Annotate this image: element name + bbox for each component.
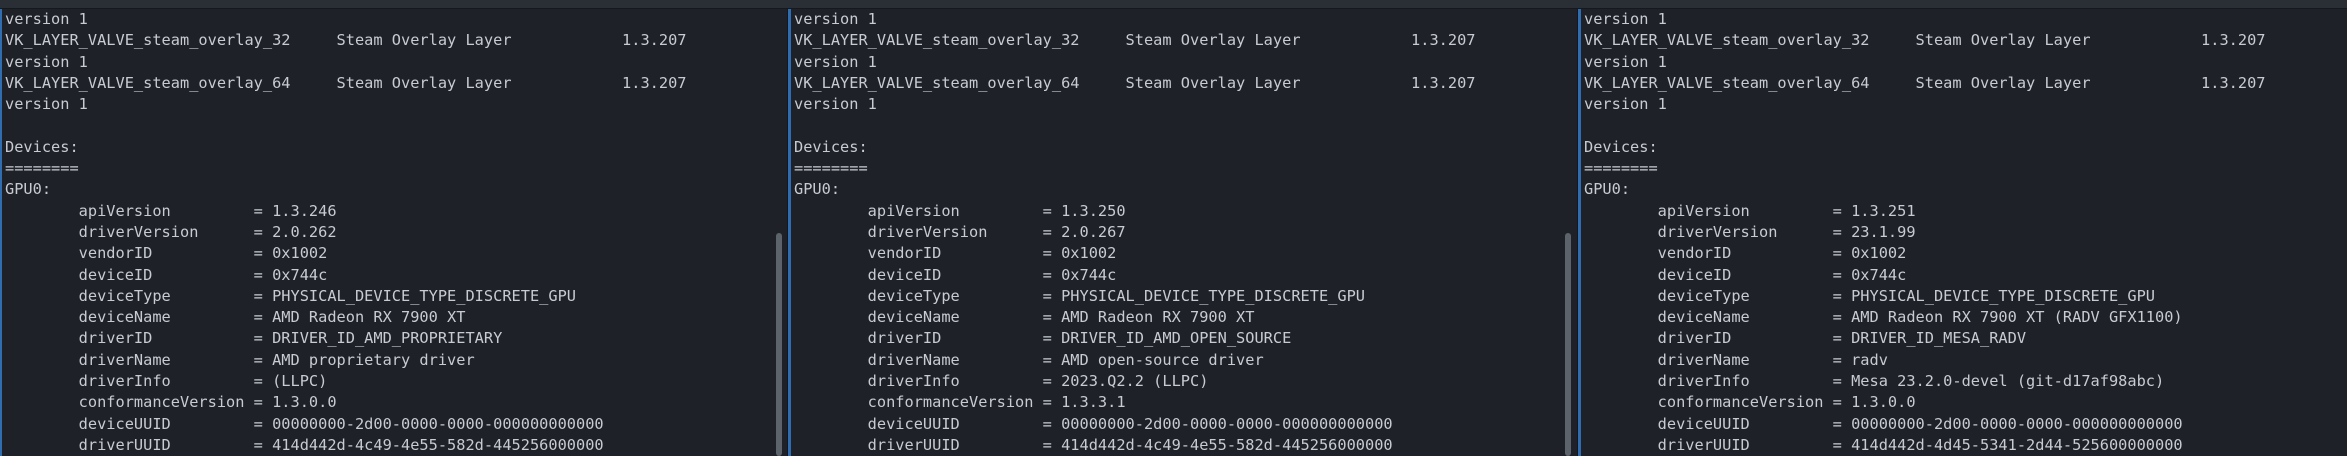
terminal-line: deviceID = 0x744c: [1584, 265, 1907, 284]
terminal-line: VK_LAYER_VALVE_steam_overlay_32 Steam Ov…: [1584, 31, 2266, 50]
terminal-line: deviceName = AMD Radeon RX 7900 XT: [794, 308, 1255, 327]
terminal-line: version 1: [1584, 95, 1667, 114]
terminal-line: driverID = DRIVER_ID_AMD_OPEN_SOURCE: [794, 329, 1292, 348]
terminal-line: Devices:: [794, 137, 868, 156]
terminal-line: driverInfo = 2023.Q2.2 (LLPC): [794, 372, 1209, 391]
scrollbar[interactable]: [1563, 9, 1573, 456]
terminal-line: VK_LAYER_VALVE_steam_overlay_64 Steam Ov…: [794, 73, 1476, 92]
terminal-line: driverUUID = 414d442d-4d45-5341-2d44-525…: [1584, 435, 2183, 454]
terminal-line: vendorID = 0x1002: [794, 244, 1117, 263]
window-top-bar: [0, 0, 2347, 9]
terminal-line: driverInfo = Mesa 23.2.0-devel (git-d17a…: [1584, 372, 2165, 391]
terminal-line: driverUUID = 414d442d-4c49-4e55-582d-445…: [5, 435, 604, 454]
terminal-line: GPU0:: [5, 180, 52, 199]
terminal-line: VK_LAYER_VALVE_steam_overlay_64 Steam Ov…: [5, 73, 687, 92]
terminal-line: driverInfo = (LLPC): [5, 372, 328, 391]
terminal-line: driverName = AMD proprietary driver: [5, 350, 475, 369]
terminal-line: deviceID = 0x744c: [794, 265, 1117, 284]
terminal-line: apiVersion = 1.3.246: [5, 201, 337, 220]
terminal-line: driverVersion = 23.1.99: [1584, 222, 1916, 241]
terminal-line: version 1: [1584, 10, 1667, 28]
terminal-line: version 1: [794, 52, 877, 71]
terminal-line: VK_LAYER_VALVE_steam_overlay_32 Steam Ov…: [5, 31, 687, 50]
terminal-line: vendorID = 0x1002: [1584, 244, 1907, 263]
terminal-line: version 1: [1584, 52, 1667, 71]
terminal-line: version 1: [5, 95, 88, 114]
terminal-line: deviceType = PHYSICAL_DEVICE_TYPE_DISCRE…: [5, 286, 576, 305]
terminal-line: conformanceVersion = 1.3.3.1: [794, 393, 1126, 412]
scrollbar[interactable]: [774, 9, 784, 456]
terminal-output: version 1 VK_LAYER_VALVE_steam_overlay_32…: [1584, 9, 2266, 456]
terminal-line: Devices:: [5, 137, 79, 156]
terminal-pane-middle[interactable]: version 1 VK_LAYER_VALVE_steam_overlay_32…: [788, 9, 1579, 456]
terminal-line: apiVersion = 1.3.250: [794, 201, 1126, 220]
terminal-line: deviceName = AMD Radeon RX 7900 XT (RADV…: [1584, 308, 2183, 327]
terminal-line: driverVersion = 2.0.267: [794, 222, 1126, 241]
terminal-line: deviceType = PHYSICAL_DEVICE_TYPE_DISCRE…: [794, 286, 1365, 305]
terminal-line: driverID = DRIVER_ID_AMD_PROPRIETARY: [5, 329, 503, 348]
terminal-line: deviceUUID = 00000000-2d00-0000-0000-000…: [1584, 414, 2183, 433]
terminal-line: VK_LAYER_VALVE_steam_overlay_32 Steam Ov…: [794, 31, 1476, 50]
terminal-line: deviceUUID = 00000000-2d00-0000-0000-000…: [794, 414, 1393, 433]
scrollbar-thumb[interactable]: [1565, 233, 1571, 456]
terminal-line: deviceID = 0x744c: [5, 265, 328, 284]
terminal-line: driverVersion = 2.0.262: [5, 222, 337, 241]
terminal-line: deviceUUID = 00000000-2d00-0000-0000-000…: [5, 414, 604, 433]
terminal-line: apiVersion = 1.3.251: [1584, 201, 1916, 220]
terminal-line: ========: [794, 159, 868, 178]
terminal-pane-left[interactable]: version 1 VK_LAYER_VALVE_steam_overlay_32…: [0, 9, 790, 456]
terminal-line: GPU0:: [1584, 180, 1631, 199]
terminal-line: version 1: [794, 95, 877, 114]
terminal-line: Devices:: [1584, 137, 1658, 156]
terminal-line: GPU0:: [794, 180, 841, 199]
terminal-output: version 1 VK_LAYER_VALVE_steam_overlay_32…: [794, 9, 1476, 456]
terminal-line: driverID = DRIVER_ID_MESA_RADV: [1584, 329, 2027, 348]
terminal-line: driverUUID = 414d442d-4c49-4e55-582d-445…: [794, 435, 1393, 454]
terminal-line: conformanceVersion = 1.3.0.0: [1584, 393, 1916, 412]
terminal-line: driverName = AMD open-source driver: [794, 350, 1264, 369]
terminal-line: ========: [5, 159, 79, 178]
terminal-line: ========: [1584, 159, 1658, 178]
terminal-line: deviceName = AMD Radeon RX 7900 XT: [5, 308, 466, 327]
terminal-line: conformanceVersion = 1.3.0.0: [5, 393, 337, 412]
terminal-line: driverName = radv: [1584, 350, 1888, 369]
terminal-line: version 1: [5, 10, 88, 28]
terminal-line: version 1: [794, 10, 877, 28]
scrollbar-thumb[interactable]: [776, 233, 782, 456]
terminal-line: vendorID = 0x1002: [5, 244, 328, 263]
terminal-split-view: version 1 VK_LAYER_VALVE_steam_overlay_32…: [0, 9, 2347, 456]
terminal-pane-right[interactable]: version 1 VK_LAYER_VALVE_steam_overlay_32…: [1578, 9, 2347, 456]
terminal-line: version 1: [5, 52, 88, 71]
terminal-output: version 1 VK_LAYER_VALVE_steam_overlay_32…: [5, 9, 687, 456]
terminal-line: VK_LAYER_VALVE_steam_overlay_64 Steam Ov…: [1584, 73, 2266, 92]
terminal-line: deviceType = PHYSICAL_DEVICE_TYPE_DISCRE…: [1584, 286, 2155, 305]
